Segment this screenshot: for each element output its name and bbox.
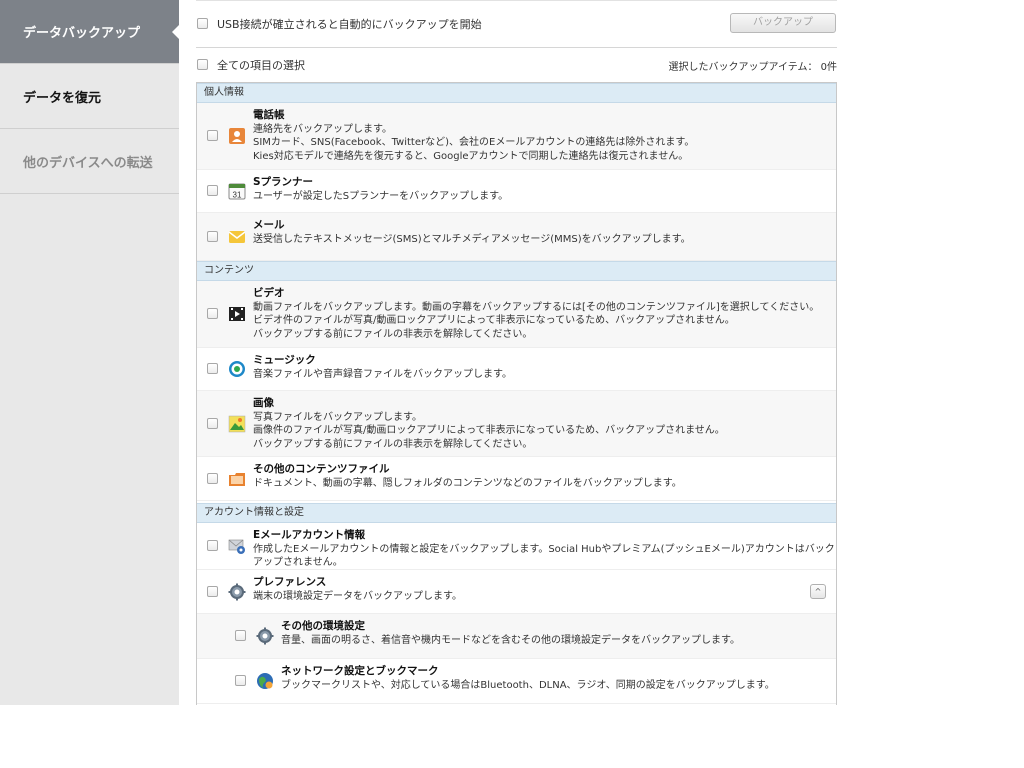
s-planner-title: Sプランナー bbox=[253, 176, 314, 188]
network-bookmarks-title: ネットワーク設定とブックマーク bbox=[281, 665, 439, 677]
video-desc-1: 動画ファイルをバックアップします。動画の字幕をバックアップするには[その他のコン… bbox=[253, 301, 820, 313]
music-checkbox[interactable] bbox=[207, 363, 218, 374]
other-settings-checkbox[interactable] bbox=[235, 630, 246, 641]
calendar-icon: 31 bbox=[228, 183, 246, 200]
sidebar-item-restore-data[interactable]: データを復元 bbox=[0, 65, 179, 129]
list-item-other-settings[interactable]: その他の環境設定 音量、画面の明るさ、着信音や機内モードなどを含むその他の環境設… bbox=[197, 614, 836, 659]
list-item-network-bookmarks[interactable]: ネットワーク設定とブックマーク ブックマークリストや、対応している場合はBlue… bbox=[197, 659, 836, 704]
sidebar: データバックアップ データを復元 他のデバイスへの転送 bbox=[0, 0, 179, 705]
preferences-checkbox[interactable] bbox=[207, 585, 218, 597]
globe-icon bbox=[257, 673, 273, 689]
mail-checkbox[interactable] bbox=[207, 230, 218, 242]
mail-text: メール 送受信したテキストメッセージ(SMS)とマルチメディアメッセージ(MMS… bbox=[253, 219, 691, 246]
video-title: ビデオ bbox=[253, 287, 285, 299]
images-title: 画像 bbox=[253, 397, 274, 409]
gear-icon bbox=[256, 627, 274, 645]
other-content-files-checkbox[interactable] bbox=[207, 472, 218, 484]
contacts-text: 電話帳 連絡先をバックアップします。 SIMカード、SNS(Facebook、T… bbox=[253, 109, 694, 163]
music-icon bbox=[229, 361, 245, 377]
other-settings-text: その他の環境設定 音量、画面の明るさ、着信音や機内モードなどを含むその他の環境設… bbox=[281, 620, 740, 647]
s-planner-text: Sプランナー ユーザーが設定したSプランナーをバックアップします。 bbox=[253, 176, 508, 203]
list-item-other-content-files[interactable]: その他のコンテンツファイル ドキュメント、動画の字幕、隠しフォルダのコンテンツな… bbox=[197, 457, 836, 501]
network-bookmarks-desc-1: ブックマークリストや、対応している場合はBluetooth、DLNA、ラジオ、同… bbox=[281, 679, 775, 691]
folder-icon bbox=[229, 473, 245, 486]
image-icon bbox=[228, 415, 246, 433]
contacts-title: 電話帳 bbox=[253, 109, 285, 121]
auto-backup-label: USB接続が確立されると自動的にバックアップを開始 bbox=[217, 18, 482, 31]
contacts-checkbox[interactable] bbox=[207, 130, 218, 141]
section-header-account-and-settings: アカウント情報と設定 bbox=[197, 503, 836, 523]
section-header-contents: コンテンツ bbox=[197, 261, 836, 281]
list-item-email-account-info[interactable]: Eメールアカウント情報 作成したEメールアカウントの情報と設定をバックアップしま… bbox=[197, 523, 836, 570]
preferences-title: プレファレンス bbox=[253, 576, 327, 588]
network-bookmarks-text: ネットワーク設定とブックマーク ブックマークリストや、対応している場合はBlue… bbox=[281, 665, 775, 692]
music-text: ミュージック 音楽ファイルや音声録音ファイルをバックアップします。 bbox=[253, 354, 512, 381]
backup-item-list[interactable]: 個人情報 電話帳 連絡先をバックアップします。 SIMカード、SNS(Faceb… bbox=[196, 82, 837, 705]
svg-text:31: 31 bbox=[233, 191, 242, 200]
s-planner-checkbox[interactable] bbox=[207, 185, 218, 196]
gear-icon bbox=[228, 583, 246, 601]
other-settings-desc-1: 音量、画面の明るさ、着信音や機内モードなどを含むその他の環境設定データをバックア… bbox=[281, 634, 740, 646]
preferences-desc-1: 端末の環境設定データをバックアップします。 bbox=[253, 590, 462, 602]
network-bookmarks-checkbox[interactable] bbox=[235, 675, 246, 686]
video-text: ビデオ 動画ファイルをバックアップします。動画の字幕をバックアップするには[その… bbox=[253, 287, 819, 341]
list-item-mail[interactable]: メール 送受信したテキストメッセージ(SMS)とマルチメディアメッセージ(MMS… bbox=[197, 213, 836, 261]
mail-icon bbox=[228, 231, 246, 243]
email-account-info-desc-1: 作成したEメールアカウントの情報と設定をバックアップします。Social Hub… bbox=[253, 543, 835, 569]
contacts-desc-2: SIMカード、SNS(Facebook、Twitterなど)、会社のEメールアカ… bbox=[253, 137, 695, 148]
video-checkbox[interactable] bbox=[207, 308, 218, 319]
images-desc-3: バックアップする前にファイルの非表示を解除してください。 bbox=[253, 438, 533, 450]
images-checkbox[interactable] bbox=[207, 417, 218, 429]
collapse-preferences-button[interactable]: ^ bbox=[810, 584, 826, 599]
other-content-files-text: その他のコンテンツファイル ドキュメント、動画の字幕、隠しフォルダのコンテンツな… bbox=[253, 463, 682, 490]
contacts-desc-3: Kies対応モデルで連絡先を復元すると、Googleアカウントで同期した連絡先は… bbox=[253, 150, 689, 162]
backup-button[interactable]: バックアップ bbox=[730, 13, 836, 33]
email-account-info-checkbox[interactable] bbox=[207, 540, 218, 551]
mail-desc-1: 送受信したテキストメッセージ(SMS)とマルチメディアメッセージ(MMS)をバッ… bbox=[253, 233, 691, 245]
list-item-music[interactable]: ミュージック 音楽ファイルや音声録音ファイルをバックアップします。 bbox=[197, 348, 836, 391]
email-account-icon bbox=[228, 539, 245, 554]
auto-backup-row: USB接続が確立されると自動的にバックアップを開始 バックアップ bbox=[196, 0, 837, 48]
preferences-text: プレファレンス 端末の環境設定データをバックアップします。 bbox=[253, 576, 462, 603]
other-content-files-title: その他のコンテンツファイル bbox=[253, 463, 390, 475]
other-content-files-desc-1: ドキュメント、動画の字幕、隠しフォルダのコンテンツなどのファイルをバックアップし… bbox=[253, 477, 682, 489]
video-desc-3: バックアップする前にファイルの非表示を解除してください。 bbox=[253, 328, 533, 340]
images-desc-2: 画像件のファイルが写真/動画ロックアプリによって非表示になっているため、バックア… bbox=[253, 425, 725, 436]
list-item-images[interactable]: 画像 写真ファイルをバックアップします。 画像件のファイルが写真/動画ロックアプ… bbox=[197, 391, 836, 457]
music-desc-1: 音楽ファイルや音声録音ファイルをバックアップします。 bbox=[253, 368, 512, 380]
mail-title: メール bbox=[253, 219, 285, 231]
s-planner-desc-1: ユーザーが設定したSプランナーをバックアップします。 bbox=[253, 190, 509, 202]
contacts-icon bbox=[229, 128, 245, 144]
sidebar-item-data-backup[interactable]: データバックアップ bbox=[0, 0, 179, 64]
contacts-desc-1: 連絡先をバックアップします。 bbox=[253, 123, 392, 135]
images-text: 画像 写真ファイルをバックアップします。 画像件のファイルが写真/動画ロックアプ… bbox=[253, 397, 725, 451]
video-desc-2: ビデオ件のファイルが写真/動画ロックアプリによって非表示になっているため、バック… bbox=[253, 315, 735, 326]
email-account-info-text: Eメールアカウント情報 作成したEメールアカウントの情報と設定をバックアップしま… bbox=[253, 529, 836, 570]
selected-count-label: 選択したバックアップアイテム： 0件 bbox=[668, 62, 837, 73]
sidebar-item-transfer-to-other-device[interactable]: 他のデバイスへの転送 bbox=[0, 130, 179, 194]
music-title: ミュージック bbox=[253, 354, 316, 366]
list-item-contacts[interactable]: 電話帳 連絡先をバックアップします。 SIMカード、SNS(Facebook、T… bbox=[197, 103, 836, 170]
select-all-checkbox[interactable] bbox=[197, 59, 208, 70]
video-icon bbox=[229, 307, 245, 321]
email-account-info-title: Eメールアカウント情報 bbox=[253, 529, 366, 541]
other-settings-title: その他の環境設定 bbox=[281, 620, 365, 632]
images-desc-1: 写真ファイルをバックアップします。 bbox=[253, 411, 422, 423]
list-item-preferences[interactable]: プレファレンス 端末の環境設定データをバックアップします。 ^ bbox=[197, 570, 836, 614]
select-all-row: 全ての項目の選択 選択したバックアップアイテム： 0件 bbox=[196, 47, 837, 82]
auto-backup-checkbox[interactable] bbox=[197, 18, 208, 29]
list-item-video[interactable]: ビデオ 動画ファイルをバックアップします。動画の字幕をバックアップするには[その… bbox=[197, 281, 836, 348]
list-item-s-planner[interactable]: 31 Sプランナー ユーザーが設定したSプランナーをバックアップします。 bbox=[197, 170, 836, 213]
section-header-personal-info: 個人情報 bbox=[197, 83, 836, 103]
select-all-label: 全ての項目の選択 bbox=[217, 59, 305, 72]
